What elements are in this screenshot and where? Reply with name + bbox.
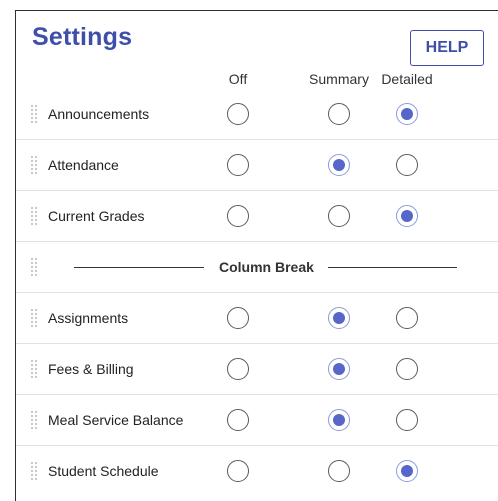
radio-off[interactable] (227, 103, 249, 125)
setting-row[interactable]: Announcements (16, 89, 498, 140)
radio-summary[interactable] (328, 307, 350, 329)
radio-summary[interactable] (328, 409, 350, 431)
radio-off[interactable] (227, 460, 249, 482)
drag-handle-icon[interactable] (30, 104, 38, 124)
setting-row[interactable]: Student Schedule (16, 446, 498, 497)
radio-summary[interactable] (328, 103, 350, 125)
column-header-summary: Summary (309, 71, 369, 87)
drag-handle-icon[interactable] (30, 308, 38, 328)
radio-summary[interactable] (328, 205, 350, 227)
radio-off[interactable] (227, 154, 249, 176)
setting-row[interactable]: Meal Service Balance (16, 395, 498, 446)
setting-label: Meal Service Balance (48, 412, 184, 428)
setting-row[interactable]: Current Grades (16, 191, 498, 242)
drag-handle-icon[interactable] (30, 359, 38, 379)
setting-row[interactable]: Attendance (16, 140, 498, 191)
column-header-detailed: Detailed (381, 71, 433, 87)
radio-detailed[interactable] (396, 307, 418, 329)
radio-off[interactable] (227, 358, 249, 380)
setting-label: Student Schedule (48, 463, 159, 479)
radio-detailed[interactable] (396, 460, 418, 482)
radio-detailed[interactable] (396, 103, 418, 125)
setting-label: Assignments (48, 310, 129, 326)
setting-label: Current Grades (48, 208, 145, 224)
setting-label: Fees & Billing (48, 361, 134, 377)
radio-off[interactable] (227, 307, 249, 329)
radio-detailed[interactable] (396, 154, 418, 176)
radio-summary[interactable] (328, 460, 350, 482)
page-title: Settings (32, 23, 133, 51)
radio-summary[interactable] (328, 154, 350, 176)
radio-detailed[interactable] (396, 409, 418, 431)
setting-row[interactable]: Assignments (16, 293, 498, 344)
column-header-off: Off (228, 71, 248, 87)
radio-summary[interactable] (328, 358, 350, 380)
divider-line-right (328, 267, 457, 268)
drag-handle-icon[interactable] (30, 257, 38, 277)
settings-panel: Settings HELP Off Summary Detailed Annou… (15, 10, 498, 501)
column-break-row[interactable]: Column Break (16, 242, 498, 293)
radio-detailed[interactable] (396, 205, 418, 227)
drag-handle-icon[interactable] (30, 410, 38, 430)
divider-line-left (74, 267, 204, 268)
radio-detailed[interactable] (396, 358, 418, 380)
column-break-label: Column Break (219, 259, 314, 275)
radio-off[interactable] (227, 409, 249, 431)
setting-label: Attendance (48, 157, 119, 173)
drag-handle-icon[interactable] (30, 461, 38, 481)
help-button[interactable]: HELP (410, 30, 484, 66)
setting-label: Announcements (48, 106, 150, 122)
drag-handle-icon[interactable] (30, 155, 38, 175)
radio-off[interactable] (227, 205, 249, 227)
drag-handle-icon[interactable] (30, 206, 38, 226)
setting-row[interactable]: Fees & Billing (16, 344, 498, 395)
